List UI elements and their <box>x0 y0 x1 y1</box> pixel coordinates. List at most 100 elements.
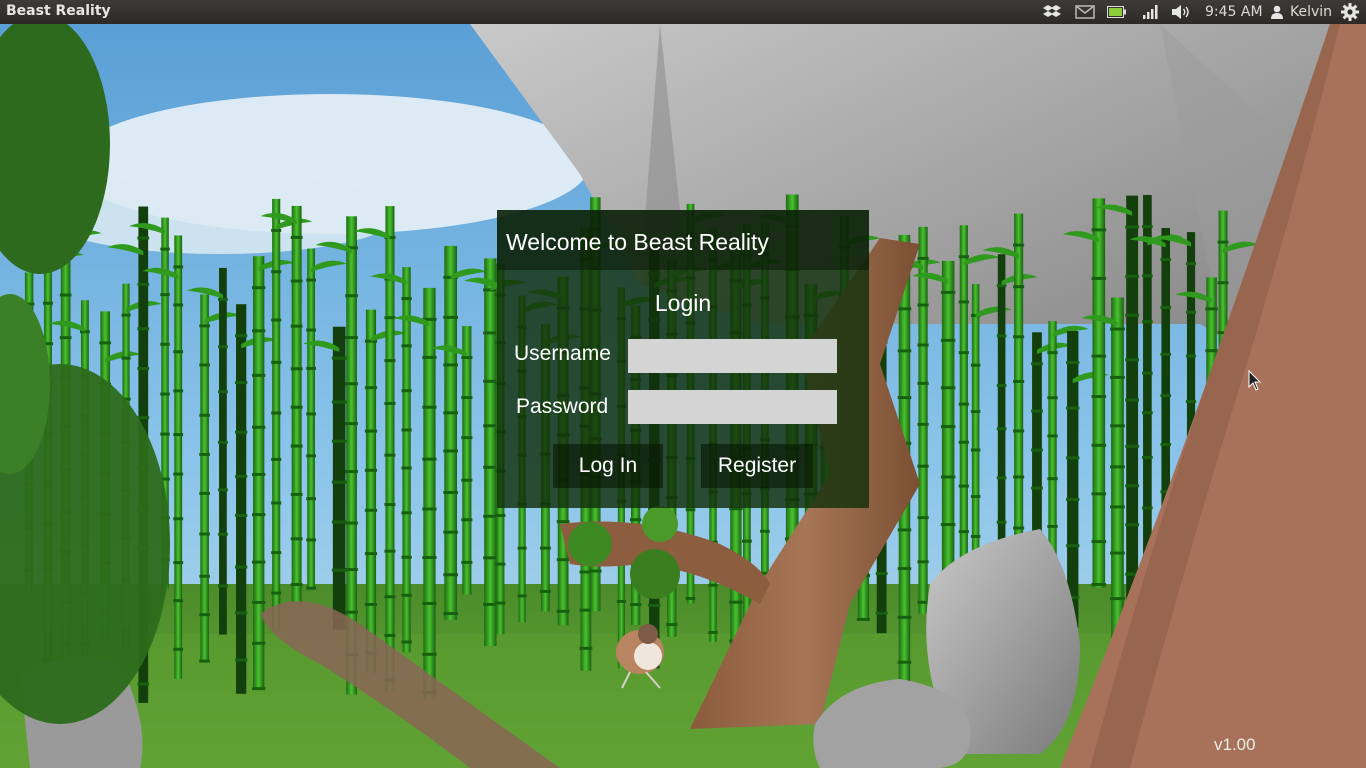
bamboo-node <box>137 236 150 240</box>
bamboo-stalk <box>423 287 436 700</box>
gear-icon[interactable] <box>1340 0 1360 24</box>
bamboo-node <box>708 583 718 587</box>
bamboo-node <box>483 424 498 428</box>
bamboo-node <box>897 615 912 619</box>
bamboo-node <box>556 609 570 613</box>
bamboo-node <box>235 474 248 478</box>
bamboo-node <box>539 546 551 550</box>
bamboo-node <box>1125 358 1140 362</box>
bamboo-node <box>290 279 303 283</box>
bamboo-node <box>958 300 969 304</box>
user-menu[interactable]: Kelvin <box>1290 4 1332 20</box>
bamboo-node <box>1013 475 1025 479</box>
login-button[interactable]: Log In <box>553 444 663 488</box>
bamboo-node <box>235 565 248 569</box>
bamboo-node <box>306 366 316 370</box>
bamboo-node <box>384 453 396 457</box>
bamboo-stalk <box>918 226 928 614</box>
bamboo-node <box>401 511 412 515</box>
network-signal-icon[interactable] <box>1140 0 1160 24</box>
bamboo-node <box>271 411 282 415</box>
password-input[interactable] <box>628 390 837 424</box>
bamboo-node <box>996 476 1007 480</box>
clock[interactable]: 9:45 AM <box>1205 4 1263 20</box>
bamboo-node <box>1031 448 1043 452</box>
bamboo-node <box>589 569 602 573</box>
mouse-cursor-icon <box>1248 369 1262 397</box>
bamboo-node <box>345 336 358 340</box>
username-input[interactable] <box>628 339 837 373</box>
bamboo-node <box>1013 243 1025 247</box>
bamboo-node <box>1066 544 1080 548</box>
bamboo-node <box>252 600 266 604</box>
password-label: Password <box>516 395 609 418</box>
bamboo-node <box>306 586 316 590</box>
bamboo-node <box>331 480 347 484</box>
bamboo-node <box>1013 285 1025 289</box>
bamboo-node <box>648 603 661 607</box>
bamboo-node <box>199 413 210 417</box>
bamboo-node <box>235 513 248 517</box>
bamboo-node <box>364 468 378 472</box>
bamboo-node <box>290 537 303 541</box>
bamboo-stalk <box>1092 198 1106 588</box>
bamboo-node <box>173 265 184 269</box>
bamboo-node <box>1066 406 1080 410</box>
bamboo-node <box>996 334 1007 338</box>
bamboo-node <box>121 313 131 317</box>
bamboo-node <box>306 538 316 542</box>
dropbox-icon[interactable] <box>1042 0 1062 24</box>
bamboo-node <box>331 520 347 524</box>
bamboo-stalk <box>484 258 497 646</box>
bamboo-node <box>958 484 969 488</box>
bamboo-node <box>401 466 412 470</box>
bamboo-node <box>1047 477 1058 481</box>
bamboo-node <box>917 464 929 468</box>
bamboo-node <box>940 386 956 390</box>
bamboo-node <box>1142 224 1153 228</box>
bamboo-node <box>1185 354 1197 358</box>
bamboo-node <box>1142 371 1153 375</box>
bamboo-stalk <box>200 294 209 661</box>
bamboo-node <box>1185 262 1197 266</box>
bamboo-node <box>461 518 473 522</box>
battery-icon[interactable] <box>1106 0 1128 24</box>
bamboo-stalk <box>307 248 315 588</box>
bamboo-node <box>271 318 282 322</box>
bamboo-node <box>1110 375 1125 379</box>
mail-icon[interactable] <box>1074 0 1096 24</box>
bamboo-node <box>331 568 347 572</box>
volume-icon[interactable] <box>1170 0 1192 24</box>
bamboo-node <box>1013 379 1025 383</box>
bamboo-node <box>401 428 412 432</box>
bamboo-node <box>218 390 228 394</box>
bamboo-node <box>384 401 396 405</box>
bamboo-node <box>958 530 969 534</box>
bamboo-node <box>1125 398 1140 402</box>
bamboo-node <box>729 600 743 604</box>
bamboo-node <box>1091 492 1107 496</box>
bamboo-node <box>970 495 981 499</box>
login-heading: Login <box>654 290 712 316</box>
bamboo-node <box>996 383 1007 387</box>
register-button[interactable]: Register <box>701 444 813 488</box>
bamboo-stalk <box>462 326 472 595</box>
bamboo-stalk <box>332 326 346 630</box>
bamboo-node <box>443 363 458 367</box>
bamboo-node <box>290 367 303 371</box>
bamboo-stalk <box>272 198 281 631</box>
bamboo-node <box>897 349 912 353</box>
bamboo-node <box>917 600 929 604</box>
app-title: Beast Reality <box>6 3 111 19</box>
bamboo-node <box>1142 411 1153 415</box>
bamboo-node <box>958 351 969 355</box>
bamboo-node <box>235 611 248 615</box>
bamboo-node <box>384 359 396 363</box>
bamboo-node <box>345 521 358 525</box>
bamboo-node <box>483 556 498 560</box>
bamboo-node <box>99 341 112 345</box>
bamboo-node <box>1110 551 1125 555</box>
bamboo-node <box>1031 486 1043 490</box>
bamboo-node <box>331 356 347 360</box>
bamboo-node <box>940 523 956 527</box>
